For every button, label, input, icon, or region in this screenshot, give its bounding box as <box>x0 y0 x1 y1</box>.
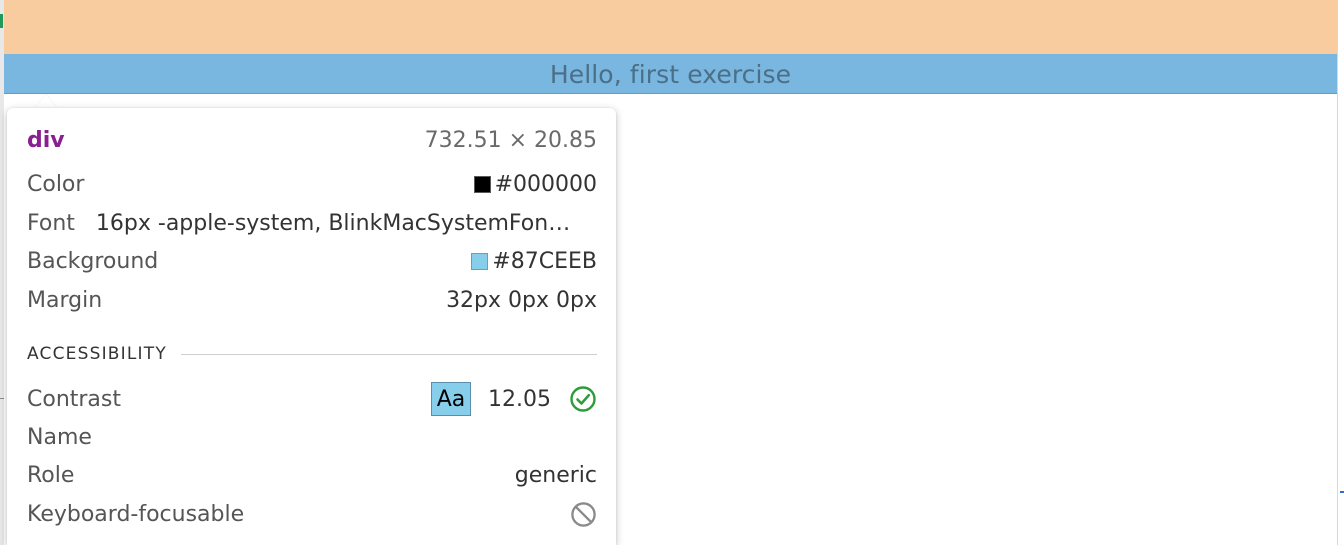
background-label: Background <box>27 248 159 274</box>
tooltip-arrow <box>35 94 57 108</box>
color-value: #000000 <box>494 171 597 197</box>
contrast-label: Contrast <box>27 386 122 412</box>
accessibility-section-header: ACCESSIBILITY <box>27 342 597 366</box>
left-edge-tick <box>0 398 4 399</box>
left-edge-indicator <box>0 14 3 28</box>
page-header-margin-highlight <box>4 0 1337 54</box>
accessibility-section-title: ACCESSIBILITY <box>27 344 167 364</box>
contrast-row: Contrast Aa 12.05 <box>27 382 597 416</box>
background-swatch-icon <box>471 252 489 270</box>
check-circle-icon <box>570 386 596 412</box>
name-label: Name <box>27 424 92 450</box>
keyboard-focusable-row: Keyboard-focusable <box>27 500 597 528</box>
background-value: #87CEEB <box>492 248 597 274</box>
inspected-element-highlight[interactable]: Hello, first exercise <box>4 54 1337 94</box>
background-value-group: #87CEEB <box>471 249 597 274</box>
right-panel-edge <box>1337 0 1344 545</box>
keyboard-focusable-label: Keyboard-focusable <box>27 501 245 527</box>
role-value: generic <box>514 462 597 488</box>
section-divider <box>180 353 597 355</box>
role-row: Role generic <box>27 461 597 489</box>
blocked-icon <box>571 501 596 527</box>
element-inspect-tooltip: div 732.51 × 20.85 Color #000000 Font 16… <box>7 108 616 545</box>
color-label: Color <box>27 171 85 197</box>
name-row: Name <box>27 423 597 451</box>
right-edge-indicator <box>1340 491 1344 493</box>
role-label: Role <box>27 462 75 488</box>
font-row: Font 16px -apple-system, BlinkMacSystemF… <box>27 209 597 237</box>
color-value-group: #000000 <box>473 171 597 197</box>
margin-row: Margin 32px 0px 0px <box>27 286 597 314</box>
contrast-ratio: 12.05 <box>488 386 551 412</box>
tooltip-header: div 732.51 × 20.85 <box>27 126 597 154</box>
background-row: Background #87CEEB <box>27 247 597 275</box>
margin-value: 32px 0px 0px <box>446 287 597 313</box>
inspected-element-text: Hello, first exercise <box>549 60 792 89</box>
element-dimensions: 732.51 × 20.85 <box>424 127 597 153</box>
contrast-value-group: Aa 12.05 <box>431 382 597 416</box>
font-value: 16px -apple-system, BlinkMacSystemFon… <box>95 210 571 236</box>
element-tag-name: div <box>27 127 65 153</box>
color-row: Color #000000 <box>27 170 597 198</box>
contrast-sample: Aa <box>431 382 472 416</box>
margin-label: Margin <box>27 287 103 313</box>
color-swatch-icon <box>473 175 491 193</box>
font-label: Font <box>27 210 75 236</box>
